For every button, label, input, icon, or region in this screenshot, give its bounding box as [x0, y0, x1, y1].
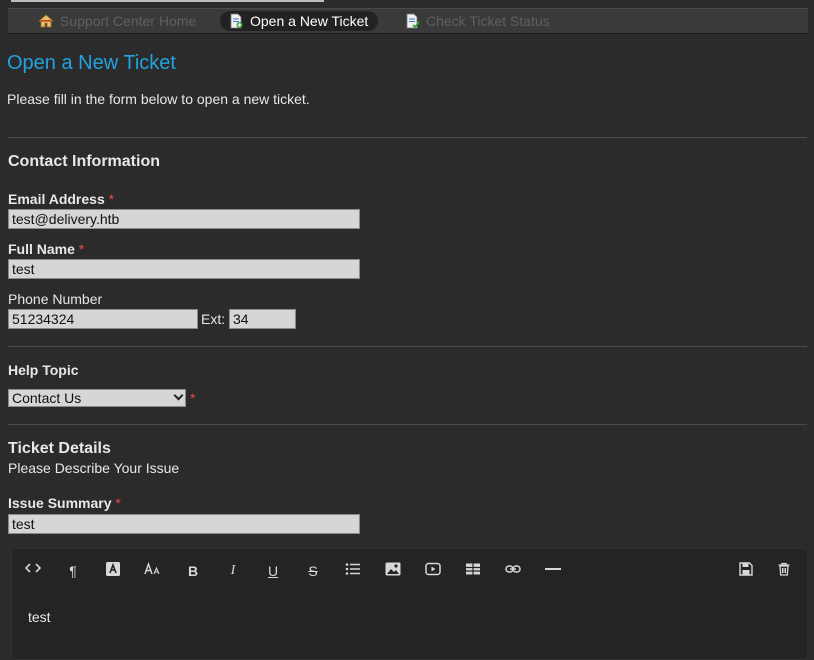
table-icon[interactable]	[462, 560, 484, 582]
nav-support-center-home[interactable]: Support Center Home	[38, 11, 196, 31]
delete-draft-icon[interactable]	[773, 560, 795, 582]
required-marker: *	[108, 191, 115, 207]
link-icon[interactable]	[502, 560, 524, 582]
bulleted-list-icon[interactable]	[342, 560, 364, 582]
paragraph-icon[interactable]: ¶	[62, 560, 84, 582]
top-navigation: Support Center Home Open a New Ticket Ch…	[8, 8, 808, 34]
video-icon[interactable]	[422, 560, 444, 582]
horizontal-rule-icon[interactable]	[542, 560, 564, 582]
ticket-details-subheading: Please Describe Your Issue	[8, 460, 180, 476]
email-field[interactable]	[8, 209, 360, 229]
top-bar-line	[11, 0, 324, 2]
editor-content[interactable]: test	[28, 609, 51, 625]
full-name-label-text: Full Name	[8, 241, 75, 257]
strikethrough-icon[interactable]: S	[302, 560, 324, 582]
font-size-icon[interactable]	[142, 560, 164, 582]
text-color-icon[interactable]	[102, 560, 124, 582]
window-top-strip	[0, 0, 814, 8]
page-title: Open a New Ticket	[7, 52, 176, 74]
underline-icon[interactable]: U	[262, 560, 284, 582]
full-name-label: Full Name *	[8, 241, 84, 257]
help-topic-select[interactable]: Contact Us	[8, 389, 186, 407]
page-intro: Please fill in the form below to open a …	[7, 91, 310, 107]
phone-ext-label: Ext:	[201, 311, 226, 327]
required-marker: *	[115, 495, 121, 511]
nav-item-label: Open a New Ticket	[250, 13, 369, 29]
required-marker: *	[190, 390, 196, 406]
nav-item-label: Check Ticket Status	[426, 13, 550, 29]
issue-summary-field[interactable]	[8, 514, 360, 534]
code-view-icon[interactable]	[22, 560, 44, 582]
phone-ext-field[interactable]	[229, 309, 296, 329]
email-label: Email Address *	[8, 191, 114, 207]
home-icon	[38, 14, 54, 28]
divider	[8, 346, 807, 347]
divider	[8, 424, 807, 425]
image-icon[interactable]	[382, 560, 404, 582]
ticket-details-heading: Ticket Details	[8, 440, 111, 457]
phone-number-field[interactable]	[8, 309, 198, 329]
nav-open-new-ticket[interactable]: Open a New Ticket	[220, 11, 379, 31]
contact-information-heading: Contact Information	[8, 153, 160, 170]
bold-icon[interactable]: B	[182, 560, 204, 582]
divider	[8, 137, 807, 138]
rich-text-editor: ¶ B I U S test	[11, 548, 808, 660]
required-marker: *	[78, 241, 85, 257]
nav-check-ticket-status[interactable]: Check Ticket Status	[404, 11, 550, 31]
italic-icon[interactable]: I	[222, 560, 244, 582]
issue-summary-label-text: Issue Summary	[8, 495, 112, 511]
phone-number-label: Phone Number	[8, 291, 103, 307]
nav-item-label: Support Center Home	[60, 13, 197, 29]
email-label-text: Email Address	[8, 191, 105, 207]
full-name-field[interactable]	[8, 259, 360, 279]
help-topic-selected-value: Contact Us	[12, 390, 82, 406]
help-topic-label: Help Topic	[8, 362, 79, 378]
issue-summary-label: Issue Summary *	[8, 495, 121, 511]
chevron-down-icon	[173, 390, 184, 401]
ticket-status-icon	[406, 13, 420, 29]
save-draft-icon[interactable]	[735, 560, 757, 582]
new-ticket-icon	[230, 13, 243, 29]
